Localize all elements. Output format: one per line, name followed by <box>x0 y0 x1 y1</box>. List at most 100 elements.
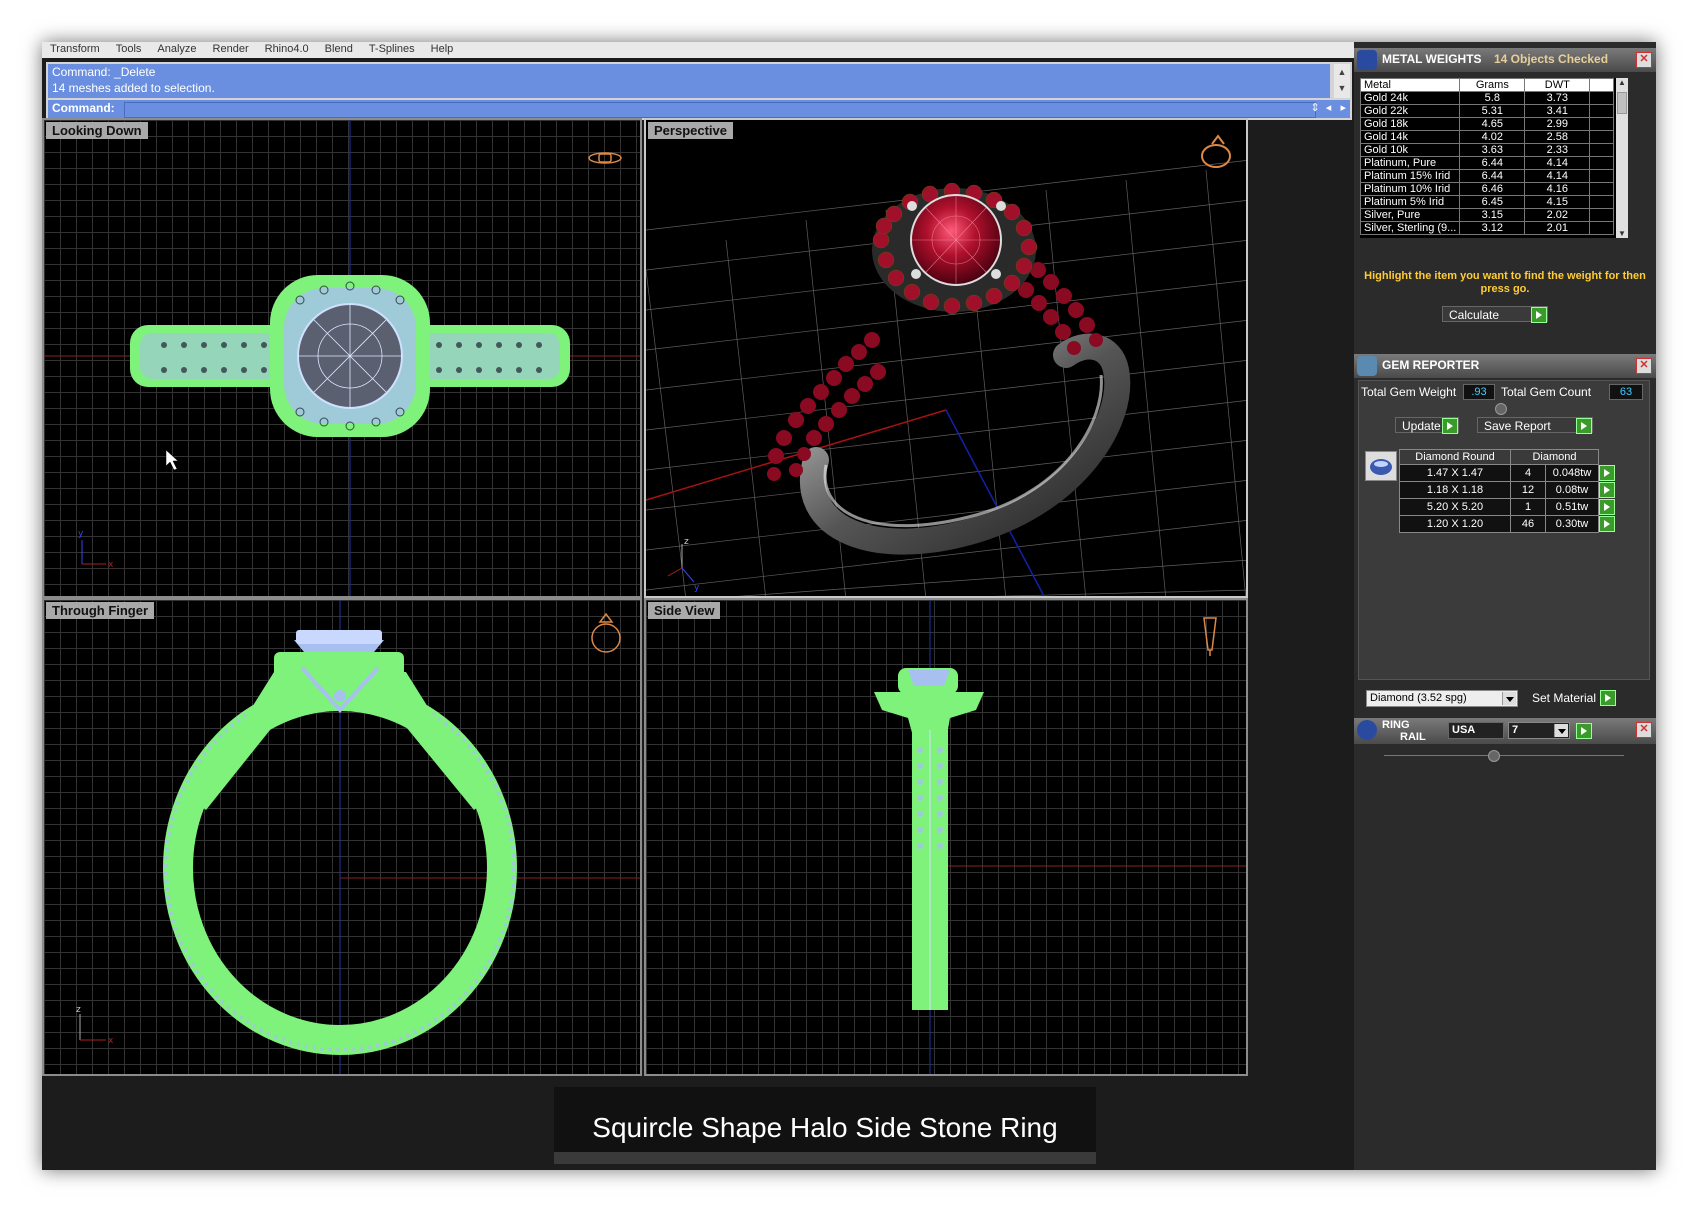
total-gem-weight-value: .93 <box>1463 384 1495 400</box>
table-row[interactable]: Gold 22k 5.31 3.41 <box>1360 104 1614 118</box>
metal-name: Platinum 15% Irid <box>1360 169 1461 183</box>
table-row[interactable]: 1.47 X 1.47 4 0.048tw <box>1399 464 1616 482</box>
command-nav-arrows[interactable]: ⇕ ◂ ▸ <box>1276 101 1346 114</box>
menu-tsplines[interactable]: T-Splines <box>361 42 423 55</box>
viewport-side-view[interactable]: Side View <box>644 598 1248 1076</box>
total-gem-count-label: Total Gem Count <box>1501 385 1592 399</box>
play-icon <box>1576 418 1592 434</box>
play-icon[interactable] <box>1599 465 1615 481</box>
table-row[interactable]: Gold 14k 4.02 2.58 <box>1360 130 1614 144</box>
table-row[interactable]: Platinum 10% Irid 6.46 4.16 <box>1360 182 1614 196</box>
metal-grams: 6.46 <box>1459 182 1526 196</box>
metal-weights-table: Metal Grams DWT Gold 24k 5.8 3.73 Gold 22k… <box>1360 78 1614 235</box>
viewport-title[interactable]: Through Finger <box>46 602 155 619</box>
viewport-title[interactable]: Side View <box>648 602 721 619</box>
close-icon[interactable]: ✕ <box>1636 52 1652 68</box>
table-row[interactable]: Platinum 5% Irid 6.45 4.15 <box>1360 195 1614 209</box>
play-icon[interactable] <box>1599 482 1615 498</box>
ring-size-select[interactable]: 7 <box>1508 722 1570 739</box>
menu-render[interactable]: Render <box>205 42 257 55</box>
table-row[interactable]: Gold 24k 5.8 3.73 <box>1360 91 1614 105</box>
viewport-title[interactable]: Perspective <box>648 122 733 139</box>
table-row[interactable]: Gold 10k 3.63 2.33 <box>1360 143 1614 157</box>
close-icon[interactable]: ✕ <box>1636 722 1652 738</box>
metal-dwt: 4.14 <box>1524 169 1591 183</box>
table-row[interactable]: Silver, Sterling (9... 3.12 2.01 <box>1360 221 1614 235</box>
menu-transform[interactable]: Transform <box>42 42 108 55</box>
gem-size: 1.18 X 1.18 <box>1399 481 1511 499</box>
play-icon[interactable] <box>1576 723 1592 739</box>
close-icon[interactable]: ✕ <box>1636 358 1652 374</box>
metal-weights-title: METAL WEIGHTS <box>1382 52 1482 66</box>
metal-name: Platinum, Pure <box>1360 156 1461 170</box>
table-row[interactable]: Gold 18k 4.65 2.99 <box>1360 117 1614 131</box>
table-row[interactable]: Platinum 15% Irid 6.44 4.14 <box>1360 169 1614 183</box>
command-history-line: Command: _Delete <box>52 65 156 79</box>
menu-help[interactable]: Help <box>423 42 462 55</box>
set-material-button[interactable]: Set Material <box>1526 690 1616 706</box>
table-row[interactable]: Silver, Pure 3.15 2.02 <box>1360 208 1614 222</box>
gem-weight: 0.048tw <box>1545 464 1599 482</box>
chevron-down-icon <box>1502 692 1516 705</box>
metal-grams: 3.15 <box>1459 208 1526 222</box>
metal-name: Gold 10k <box>1360 143 1461 157</box>
play-icon <box>1442 418 1458 434</box>
update-button[interactable]: Update <box>1395 417 1459 434</box>
play-icon <box>1531 307 1547 323</box>
table-row[interactable]: 5.20 X 5.20 1 0.51tw <box>1399 498 1616 516</box>
command-input[interactable] <box>124 102 1316 118</box>
metal-weights-header: METAL WEIGHTS 14 Objects Checked ✕ <box>1354 48 1656 72</box>
gem-table: Diamond Round Diamond 1.47 X 1.47 4 0.048t… <box>1399 449 1616 533</box>
gem-reporter-header: GEM REPORTER ✕ <box>1354 354 1656 378</box>
ring-side-view <box>874 600 1246 1074</box>
table-row[interactable]: 1.18 X 1.18 12 0.08tw <box>1399 481 1616 499</box>
ring-rail-title-line2: RAIL <box>1400 731 1426 743</box>
column-header: Metal <box>1360 78 1461 92</box>
ring-rail-header: RING RAIL USA 7 ✕ <box>1354 718 1656 744</box>
metal-name: Gold 14k <box>1360 130 1461 144</box>
metal-grams: 6.45 <box>1459 195 1526 209</box>
play-icon[interactable] <box>1599 516 1615 532</box>
table-row[interactable]: Platinum, Pure 6.44 4.14 <box>1360 156 1614 170</box>
calculate-button[interactable]: Calculate <box>1442 306 1548 323</box>
menu-rhino4[interactable]: Rhino4.0 <box>257 42 317 55</box>
play-icon[interactable] <box>1599 499 1615 515</box>
collapse-handle[interactable] <box>1495 403 1507 415</box>
metal-dwt: 2.99 <box>1524 117 1591 131</box>
viewport-through-finger[interactable]: Through Finger z x <box>42 598 642 1076</box>
flask-icon <box>1357 50 1377 70</box>
column-header: Diamond <box>1510 449 1599 465</box>
gem-count: 12 <box>1510 481 1546 499</box>
metal-grams: 3.63 <box>1459 143 1526 157</box>
play-icon <box>1600 690 1616 706</box>
command-history-scrollbar[interactable]: ▲ ▼ <box>1334 64 1350 98</box>
viewport-looking-down[interactable]: Looking Down y x <box>42 118 642 598</box>
material-select[interactable]: Diamond (3.52 spg) <box>1366 690 1518 707</box>
ring-size-country-field[interactable]: USA <box>1448 722 1504 739</box>
metal-grams: 5.8 <box>1459 91 1526 105</box>
metal-dwt: 2.01 <box>1524 221 1591 235</box>
svg-text:x: x <box>108 1036 114 1046</box>
command-history-line: 14 meshes added to selection. <box>52 81 215 95</box>
gem-size: 1.47 X 1.47 <box>1399 464 1511 482</box>
caption-progress-bar[interactable] <box>554 1152 1096 1164</box>
gem-reporter-title: GEM REPORTER <box>1382 358 1480 372</box>
table-row[interactable]: 1.20 X 1.20 46 0.30tw <box>1399 515 1616 533</box>
metal-weights-scrollbar[interactable]: ▲ ▼ <box>1616 78 1628 238</box>
menu-tools[interactable]: Tools <box>108 42 150 55</box>
save-report-label: Save Report <box>1484 419 1551 433</box>
viewport-title[interactable]: Looking Down <box>46 122 148 139</box>
metal-grams: 4.65 <box>1459 117 1526 131</box>
collapse-handle[interactable] <box>1488 750 1500 762</box>
metal-grams: 6.44 <box>1459 169 1526 183</box>
menu-blend[interactable]: Blend <box>317 42 361 55</box>
viewport-perspective[interactable]: Perspective z y <box>644 118 1248 598</box>
objects-checked-status: 14 Objects Checked <box>1494 52 1609 66</box>
plugin-side-panel: METAL WEIGHTS 14 Objects Checked ✕ Metal… <box>1354 42 1656 1170</box>
menu-analyze[interactable]: Analyze <box>149 42 204 55</box>
svg-text:y: y <box>694 583 700 593</box>
svg-text:z: z <box>684 537 689 547</box>
gem-weight: 0.51tw <box>1545 498 1599 516</box>
metal-grams: 5.31 <box>1459 104 1526 118</box>
save-report-button[interactable]: Save Report <box>1477 417 1593 434</box>
